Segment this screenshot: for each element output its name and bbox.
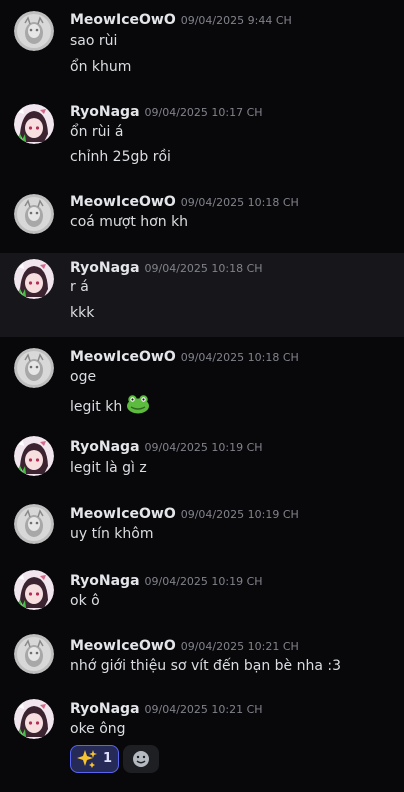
username[interactable]: MeowIceOwO xyxy=(70,12,176,28)
message-text: oke ông xyxy=(70,721,126,737)
username[interactable]: RyoNaga xyxy=(70,439,140,455)
timestamp[interactable]: 09/04/2025 10:21 CH xyxy=(145,703,263,716)
username[interactable]: MeowIceOwO xyxy=(70,506,176,522)
sparkles-icon xyxy=(77,750,97,768)
timestamp[interactable]: 09/04/2025 10:19 CH xyxy=(145,441,263,454)
message-text: sao rùi xyxy=(70,33,118,49)
avatar-meow-icon xyxy=(14,194,54,234)
frog-emoji-icon[interactable] xyxy=(126,394,150,420)
reaction-sparkles-button[interactable]: 1 xyxy=(70,745,119,773)
username[interactable]: MeowIceOwO xyxy=(70,194,176,210)
avatar-meow-icon xyxy=(14,11,54,51)
avatar-meow-icon xyxy=(14,348,54,388)
timestamp[interactable]: 09/04/2025 10:21 CH xyxy=(181,640,299,653)
message: RyoNaga 09/04/2025 10:17 CH ổn rùi á chỉn… xyxy=(0,95,404,175)
avatar-ryo-icon xyxy=(14,436,54,476)
avatar-ryo-icon xyxy=(14,699,54,739)
message-text: uy tín khôm xyxy=(70,526,154,542)
avatar-ryo-icon xyxy=(14,104,54,144)
avatar[interactable] xyxy=(14,570,54,610)
timestamp[interactable]: 09/04/2025 10:18 CH xyxy=(181,351,299,364)
avatar[interactable] xyxy=(14,104,54,144)
avatar[interactable] xyxy=(14,348,54,388)
chat-message-list: MeowIceOwO 09/04/2025 9:44 CH sao rùi ổn … xyxy=(0,0,404,792)
message: MeowIceOwO 09/04/2025 10:21 CH nhớ giới t… xyxy=(0,630,404,690)
message-text: ok ô xyxy=(70,593,100,609)
message: RyoNaga 09/04/2025 10:21 CH oke ông 1 xyxy=(0,693,404,792)
avatar-meow-icon xyxy=(14,634,54,674)
timestamp[interactable]: 09/04/2025 10:17 CH xyxy=(145,106,263,119)
timestamp[interactable]: 09/04/2025 10:19 CH xyxy=(181,508,299,521)
username[interactable]: RyoNaga xyxy=(70,573,140,589)
message-text-row: legit kh xyxy=(70,394,150,415)
message-text: legit là gì z xyxy=(70,460,147,476)
timestamp[interactable]: 09/04/2025 10:19 CH xyxy=(145,575,263,588)
timestamp[interactable]: 09/04/2025 10:18 CH xyxy=(181,196,299,209)
timestamp[interactable]: 09/04/2025 9:44 CH xyxy=(181,14,292,27)
message: RyoNaga 09/04/2025 10:19 CH legit là gì z xyxy=(0,430,404,490)
message-text: coá mượt hơn kh xyxy=(70,214,189,230)
message-text: kkk xyxy=(70,305,95,321)
message: MeowIceOwO 09/04/2025 10:18 CH coá mượt h… xyxy=(0,185,404,245)
add-reaction-icon xyxy=(133,751,149,767)
add-reaction-button[interactable] xyxy=(123,745,159,773)
avatar[interactable] xyxy=(14,436,54,476)
message-continuation: kkk xyxy=(0,293,404,333)
username[interactable]: MeowIceOwO xyxy=(70,349,176,365)
message-text: ổn rùi á xyxy=(70,124,124,140)
avatar-meow-icon xyxy=(14,504,54,544)
message-text: oge xyxy=(70,369,97,385)
timestamp[interactable]: 09/04/2025 10:18 CH xyxy=(145,262,263,275)
message-text: ổn khum xyxy=(70,59,132,75)
avatar[interactable] xyxy=(14,504,54,544)
username[interactable]: RyoNaga xyxy=(70,260,140,276)
username[interactable]: RyoNaga xyxy=(70,104,140,120)
message: MeowIceOwO 09/04/2025 10:19 CH uy tín khô… xyxy=(0,498,404,558)
avatar[interactable] xyxy=(14,634,54,674)
message: RyoNaga 09/04/2025 10:19 CH ok ô xyxy=(0,565,404,625)
username[interactable]: RyoNaga xyxy=(70,701,140,717)
username[interactable]: MeowIceOwO xyxy=(70,638,176,654)
reaction-count: 1 xyxy=(103,751,113,766)
message-text: chỉnh 25gb rồi xyxy=(70,149,171,165)
message-text: legit kh xyxy=(70,399,123,415)
avatar[interactable] xyxy=(14,194,54,234)
message: MeowIceOwO 09/04/2025 9:44 CH sao rùi ổn … xyxy=(0,0,404,80)
avatar[interactable] xyxy=(14,11,54,51)
avatar-ryo-icon xyxy=(14,570,54,610)
message: MeowIceOwO 09/04/2025 10:18 CH oge legit … xyxy=(0,340,404,425)
avatar[interactable] xyxy=(14,699,54,739)
message-text: nhớ giới thiệu sơ vít đến bạn bè nha :3 xyxy=(70,658,342,674)
